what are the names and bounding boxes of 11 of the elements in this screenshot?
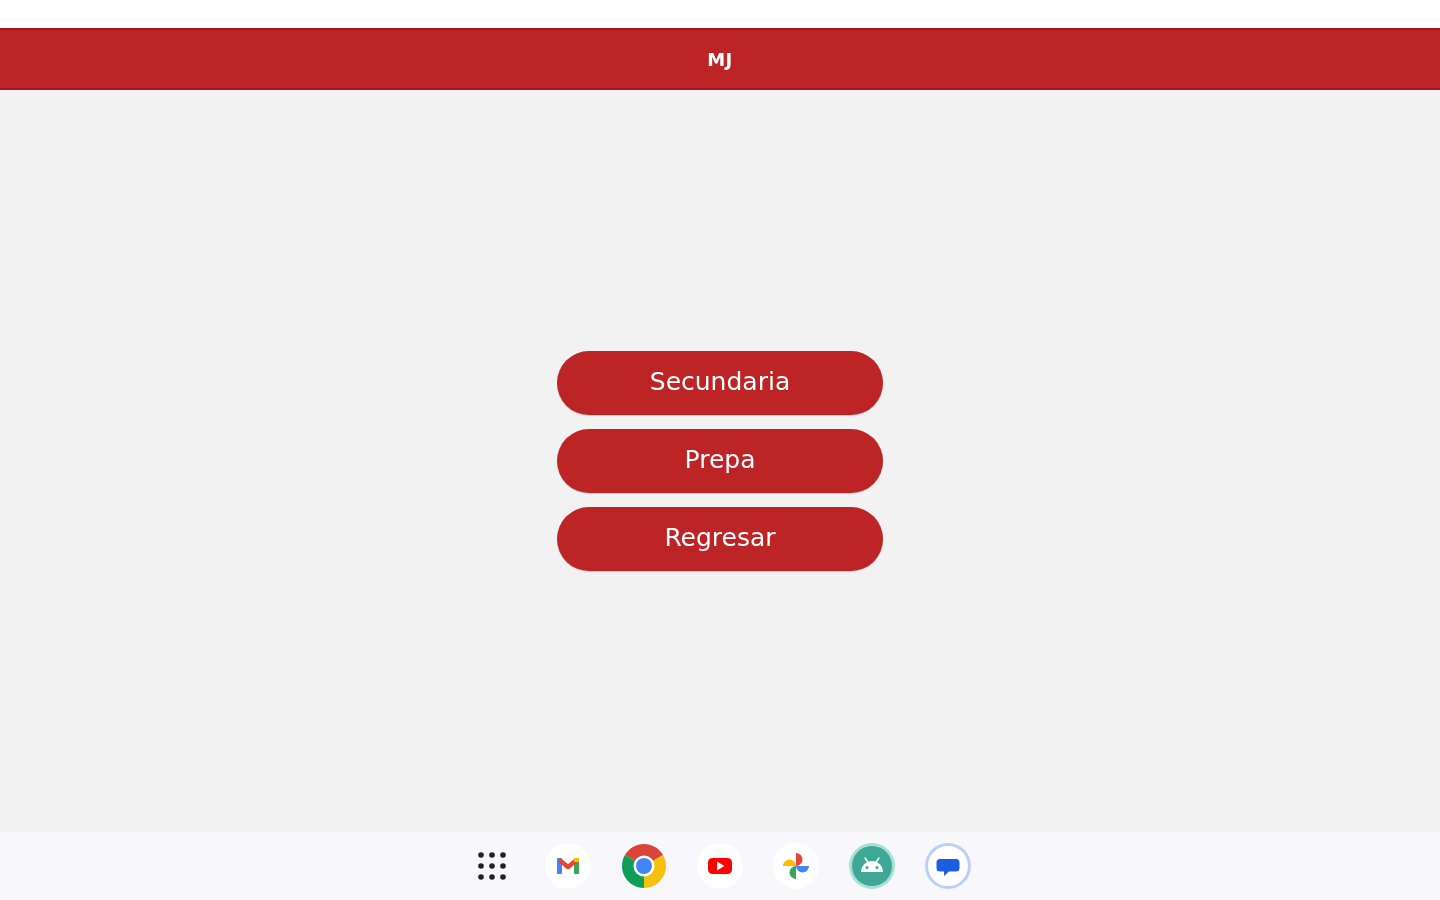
menu-button[interactable]: Regresar <box>557 507 883 571</box>
robot-icon[interactable] <box>849 843 895 889</box>
app-grid-icon[interactable] <box>478 852 506 880</box>
chat-bubble-icon[interactable] <box>925 843 971 889</box>
browser-icon[interactable] <box>621 843 667 889</box>
menu-button[interactable]: Prepa <box>557 429 883 493</box>
menu-button[interactable]: Secundaria <box>557 351 883 415</box>
header-title: MJ <box>707 48 733 70</box>
pinwheel-icon[interactable] <box>773 843 819 889</box>
mail-icon[interactable] <box>545 843 591 889</box>
play-button-icon[interactable] <box>697 843 743 889</box>
